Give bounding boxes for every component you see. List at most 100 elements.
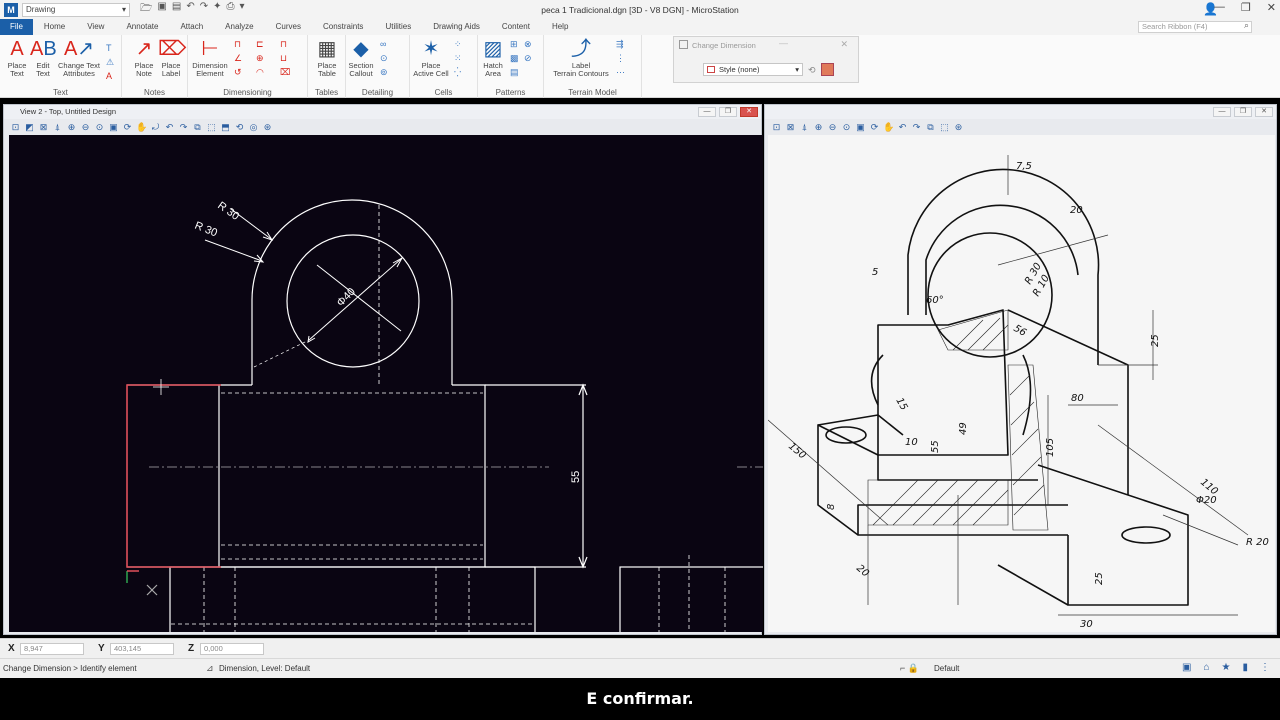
tab-file[interactable]: File: [0, 19, 33, 35]
view-camera-icon[interactable]: ◎: [248, 122, 259, 133]
linear-pattern-icon[interactable]: ▤: [510, 67, 519, 78]
tab-view[interactable]: View: [76, 19, 115, 35]
tab-utilities[interactable]: Utilities: [374, 19, 422, 35]
drawing-canvas-left[interactable]: R 30 R 30 Φ40 55: [9, 135, 763, 632]
fit-view-icon[interactable]: ▣: [108, 122, 119, 133]
window-area-icon-r[interactable]: ⊙: [841, 122, 852, 133]
undo-icon[interactable]: ↶: [186, 1, 194, 18]
text-format-icon[interactable]: ⚠: [106, 57, 114, 68]
status-active-level[interactable]: Default: [934, 664, 959, 673]
y-coordinate-field[interactable]: 403,145: [110, 643, 174, 655]
style-pick-icon[interactable]: ⟲: [808, 65, 816, 76]
tab-annotate[interactable]: Annotate: [115, 19, 169, 35]
cell-replace-icon[interactable]: ⁛: [454, 67, 461, 78]
edit-text-button[interactable]: AB Edit Text: [30, 37, 57, 78]
pan-icon[interactable]: ✋: [136, 122, 147, 133]
levels-icon-r[interactable]: ⊠: [785, 122, 796, 133]
snap-mode-icon[interactable]: ▮: [1242, 662, 1248, 673]
window-area-icon[interactable]: ⊙: [94, 122, 105, 133]
cell-select-icon[interactable]: ⁙: [454, 53, 462, 64]
save-status-icon[interactable]: ▣: [1182, 662, 1191, 673]
dim-drop-icon[interactable]: ⌧: [280, 67, 290, 78]
close-button[interactable]: ✕: [1267, 1, 1276, 14]
zoom-out-icon[interactable]: ⊖: [80, 122, 91, 133]
view-minimize-button[interactable]: —: [698, 107, 716, 117]
dim-arc-icon[interactable]: ◠: [256, 67, 264, 78]
tab-analyze[interactable]: Analyze: [214, 19, 264, 35]
levels-icon[interactable]: ⊠: [38, 122, 49, 133]
folder-icon[interactable]: 🗁: [140, 1, 152, 18]
clip-icon-r[interactable]: ⍋: [799, 122, 810, 133]
dialog-close-button[interactable]: ✕: [840, 39, 848, 50]
redo-icon[interactable]: ↷: [200, 1, 208, 18]
dimension-element-button[interactable]: ⊢ Dimension Element: [190, 37, 230, 78]
status-more-icon[interactable]: ⋮: [1260, 662, 1270, 673]
view-next-icon[interactable]: ↷: [178, 122, 189, 133]
save-settings-icon[interactable]: ▤: [172, 1, 181, 18]
view-previous-icon[interactable]: ↶: [164, 122, 175, 133]
view-right-restore-button[interactable]: ❐: [1234, 107, 1252, 117]
dim-radial-icon[interactable]: ↺: [234, 67, 242, 78]
camera-icon-r[interactable]: ⬚: [939, 122, 950, 133]
dim-diameter-icon[interactable]: ⊕: [256, 53, 264, 64]
fit-view-icon-r[interactable]: ▣: [855, 122, 866, 133]
view-right-minimize-button[interactable]: —: [1213, 107, 1231, 117]
dim-linear-icon[interactable]: ⊓: [234, 39, 241, 50]
elevation-callout-icon[interactable]: ⊙: [380, 53, 388, 64]
match-pattern-icon[interactable]: ⊘: [524, 53, 532, 64]
saved-views-icon[interactable]: ⊛: [262, 122, 273, 133]
place-label-button[interactable]: ⌦ Place Label: [158, 37, 186, 78]
workflow-selector[interactable]: Drawing: [22, 2, 130, 17]
tab-constraints[interactable]: Constraints: [312, 19, 374, 35]
zoom-in-icon-r[interactable]: ⊕: [813, 122, 824, 133]
tab-drawing-aids[interactable]: Drawing Aids: [422, 19, 491, 35]
x-coordinate-field[interactable]: 8,947: [20, 643, 84, 655]
view-next-icon-r[interactable]: ↷: [911, 122, 922, 133]
rotate-view-icon-r[interactable]: ⟳: [869, 122, 880, 133]
pattern-area-icon[interactable]: ▩: [510, 53, 519, 64]
minimize-button[interactable]: —: [1214, 1, 1225, 14]
print-icon[interactable]: ⎙: [226, 1, 234, 18]
pin-icon[interactable]: ✦: [213, 1, 221, 18]
design-history-icon[interactable]: ⌂: [1203, 662, 1209, 673]
maximize-button[interactable]: ❐: [1241, 1, 1251, 14]
dim-angle-icon[interactable]: ∠: [234, 53, 242, 64]
saved-views-icon-r[interactable]: ⊛: [953, 122, 964, 133]
label-terrain-contours-button[interactable]: ⤴ Label Terrain Contours: [548, 37, 614, 78]
notifications-icon[interactable]: ★: [1222, 662, 1231, 673]
section-clip-icon[interactable]: ⬒: [220, 122, 231, 133]
save-icon[interactable]: ▣: [157, 1, 166, 18]
detail-callout-icon[interactable]: ∞: [380, 39, 386, 49]
plan-callout-icon[interactable]: ⊚: [380, 67, 388, 78]
search-ribbon-input[interactable]: Search Ribbon (F4): [1138, 21, 1252, 33]
camera-icon[interactable]: ⬚: [206, 122, 217, 133]
z-coordinate-field[interactable]: 0,000: [200, 643, 264, 655]
view-restore-button[interactable]: ❐: [719, 107, 737, 117]
dim-ordinate-icon[interactable]: ⊏: [256, 39, 264, 50]
tab-help[interactable]: Help: [541, 19, 579, 35]
view-close-button[interactable]: ✕: [740, 107, 758, 117]
copy-view-icon-r[interactable]: ⧉: [925, 122, 936, 133]
text-style-icon[interactable]: T: [106, 43, 112, 53]
walk-icon[interactable]: ⤾: [150, 122, 161, 133]
change-text-attributes-button[interactable]: A↗ Change Text Attributes: [56, 37, 102, 78]
style-settings-icon[interactable]: [821, 63, 834, 76]
terrain-more-icon[interactable]: ⋯: [616, 67, 625, 78]
pan-icon-r[interactable]: ✋: [883, 122, 894, 133]
reference-image[interactable]: 7,5 20 R 30 R 10 5 60° 56 25 80 105 49 5…: [768, 135, 1275, 632]
tab-curves[interactable]: Curves: [265, 19, 312, 35]
place-note-button[interactable]: ↗ Place Note: [132, 37, 156, 78]
cell-library-icon[interactable]: ⁘: [454, 39, 462, 50]
terrain-label-icon[interactable]: ⇶: [616, 39, 624, 50]
dim-update-icon[interactable]: ⊓: [280, 39, 287, 50]
view-attributes-icon-r[interactable]: ⊡: [771, 122, 782, 133]
style-dropdown[interactable]: Style (none): [703, 63, 803, 76]
display-style-icon[interactable]: ◩: [24, 122, 35, 133]
copy-view-icon[interactable]: ⧉: [192, 122, 203, 133]
zoom-out-icon-r[interactable]: ⊖: [827, 122, 838, 133]
view-rotate-icon[interactable]: ⟲: [234, 122, 245, 133]
crosshatch-icon[interactable]: ⊞: [510, 39, 518, 50]
section-callout-button[interactable]: ◆ Section Callout: [346, 37, 376, 78]
level-lock-icon[interactable]: ⌐ 🔒: [900, 663, 919, 674]
view-right-close-button[interactable]: ✕: [1255, 107, 1273, 117]
